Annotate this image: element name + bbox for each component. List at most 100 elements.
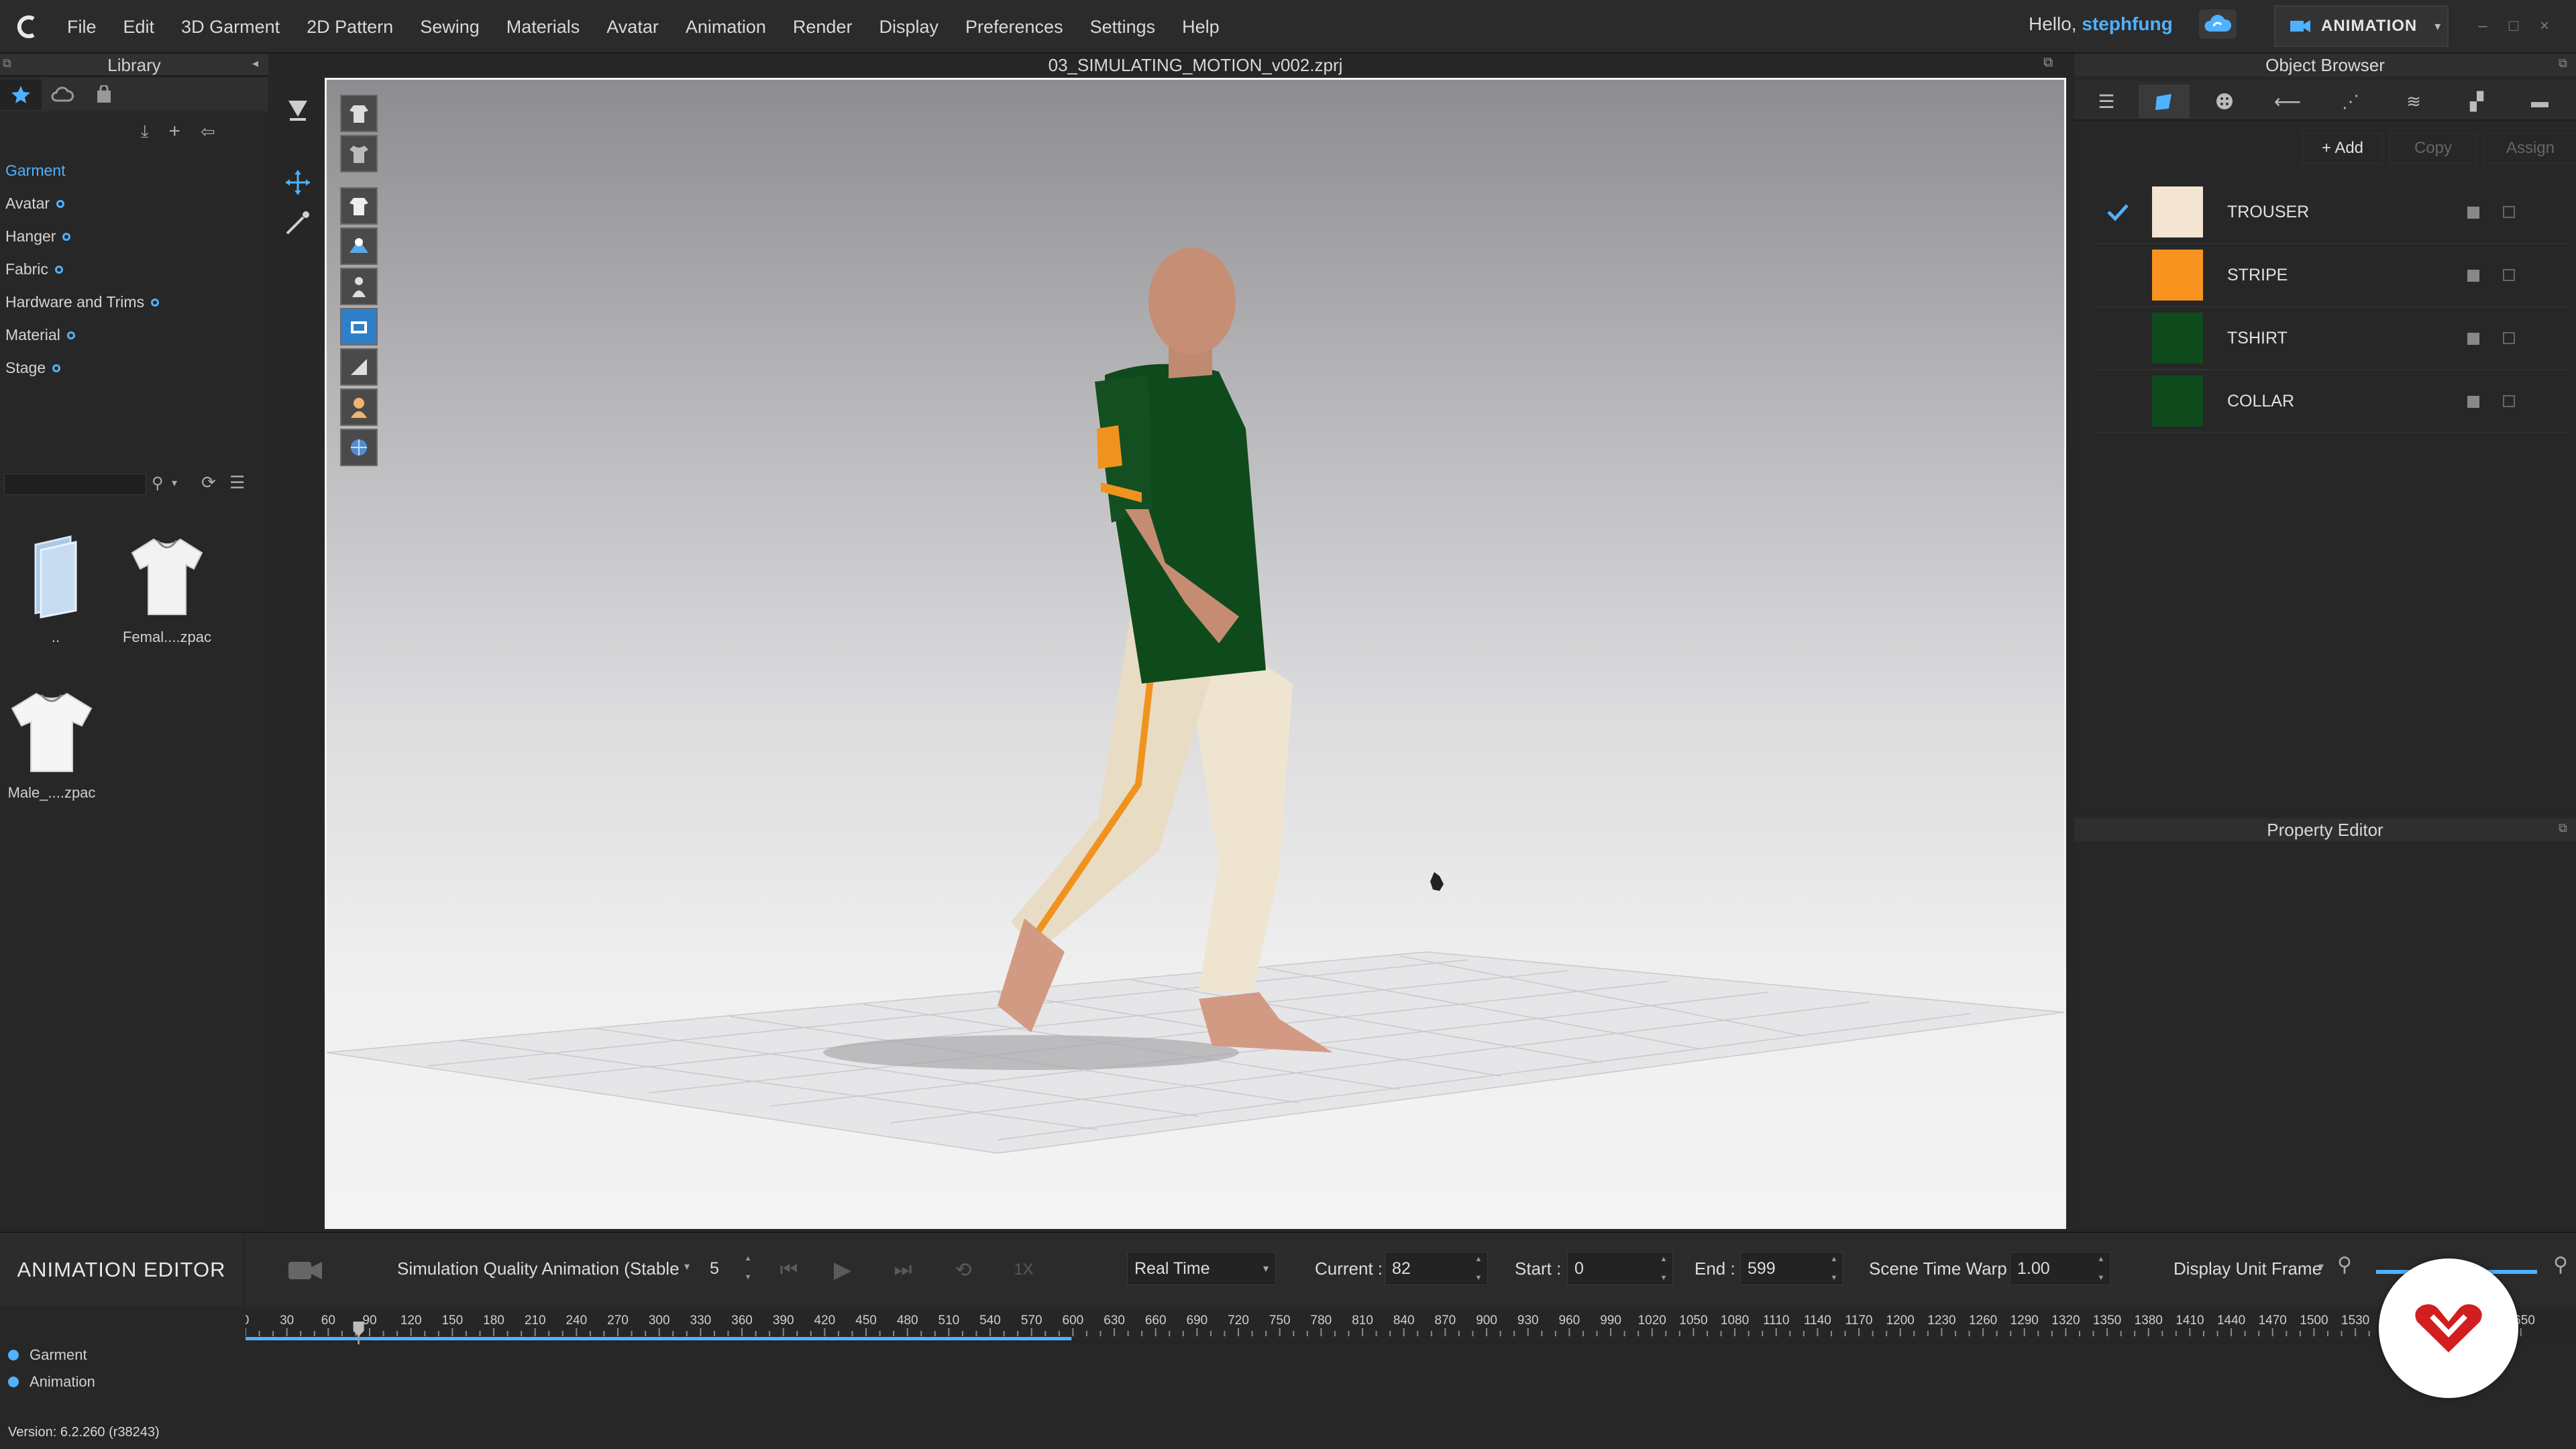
chevron-down-icon[interactable]: ▾ (684, 1260, 690, 1273)
material-swatch[interactable] (2152, 250, 2203, 301)
collapse-arrow-icon[interactable]: ◂ (252, 56, 258, 70)
add-icon[interactable]: + (169, 120, 181, 143)
check-icon[interactable] (2094, 203, 2141, 221)
menu-3d-garment[interactable]: 3D Garment (181, 17, 280, 38)
chevron-down-icon[interactable]: ▾ (2318, 1260, 2324, 1273)
menu-edit[interactable]: Edit (123, 17, 155, 38)
go-to-start-button[interactable]: ⏮ (769, 1253, 809, 1287)
sim-quality-stepper[interactable]: 5 ▲ ▼ (703, 1252, 757, 1285)
library-item-female-tshirt[interactable]: Femal....zpac (110, 531, 224, 646)
list-view-icon[interactable]: ☰ (229, 472, 245, 493)
menu-preferences[interactable]: Preferences (965, 17, 1063, 38)
library-item-male-tshirt[interactable]: Male_....zpac (0, 687, 109, 802)
maximize-icon[interactable]: □ (2502, 15, 2525, 38)
menu-render[interactable]: Render (793, 17, 853, 38)
track-visibility-icon[interactable] (8, 1377, 19, 1387)
refresh-icon[interactable]: ⟳ (201, 472, 216, 493)
mode-switch[interactable]: ANIMATION ▾ (2274, 5, 2449, 47)
material-row[interactable]: STRIPE (2094, 244, 2569, 307)
library-item-parent-folder[interactable]: .. (0, 531, 113, 646)
assign-button[interactable]: Assign (2483, 133, 2576, 164)
tab-zipper[interactable]: ≋ (2388, 85, 2439, 118)
tab-puckering[interactable]: ▞ (2451, 85, 2502, 118)
material-row[interactable]: COLLAR (2094, 370, 2569, 433)
delete-material-icon[interactable] (2500, 203, 2518, 221)
tab-list[interactable]: ☰ (2081, 85, 2132, 118)
minimize-icon[interactable]: – (2471, 15, 2494, 38)
library-tree-item-hanger[interactable]: Hanger (5, 220, 267, 253)
zoom-icon[interactable]: ⚲ (2337, 1253, 2352, 1277)
delete-material-icon[interactable] (2500, 266, 2518, 284)
library-search-input[interactable] (4, 474, 146, 495)
copy-button[interactable]: Copy (2390, 133, 2477, 164)
track-label[interactable]: Garment (0, 1342, 243, 1368)
menu-sewing[interactable]: Sewing (420, 17, 480, 38)
material-swatch[interactable] (2152, 313, 2203, 364)
track-label[interactable]: Animation (0, 1368, 243, 1395)
playback-mode-select[interactable]: Real Time ▾ (1127, 1252, 1276, 1285)
menu-display[interactable]: Display (879, 17, 938, 38)
clo-logo-icon[interactable] (5, 5, 48, 48)
library-tree-item-stage[interactable]: Stage (5, 352, 267, 384)
menu-file[interactable]: File (67, 17, 97, 38)
material-row[interactable]: TROUSER (2094, 181, 2569, 244)
move-gizmo-icon[interactable] (283, 168, 313, 197)
start-frame-field[interactable]: 0 ▲ ▼ (1567, 1252, 1673, 1285)
copy-material-icon[interactable] (2465, 392, 2483, 411)
library-tree-item-fabric[interactable]: Fabric (5, 253, 267, 286)
library-tree-item-garment[interactable]: Garment (5, 154, 267, 187)
delete-material-icon[interactable] (2500, 329, 2518, 347)
library-tree-item-material[interactable]: Material (5, 319, 267, 352)
zoom-out-icon[interactable]: ⚲ (2553, 1253, 2568, 1277)
library-tree-item-avatar[interactable]: Avatar (5, 187, 267, 220)
track-visibility-icon[interactable] (8, 1350, 19, 1360)
cloud-sync-button[interactable] (2199, 9, 2237, 39)
undock-icon[interactable]: ⧉ (2559, 821, 2567, 835)
close-icon[interactable]: × (2533, 15, 2556, 38)
menu-avatar[interactable]: Avatar (606, 17, 659, 38)
copy-material-icon[interactable] (2465, 329, 2483, 347)
delete-material-icon[interactable] (2500, 392, 2518, 411)
menu-help[interactable]: Help (1182, 17, 1220, 38)
copy-material-icon[interactable] (2465, 203, 2483, 221)
tab-fabric[interactable] (2139, 85, 2190, 118)
record-button[interactable] (282, 1253, 330, 1287)
search-icon[interactable]: ⚲ (152, 474, 164, 493)
tab-topstitch[interactable]: ⋰ (2325, 85, 2376, 118)
end-frame-field[interactable]: 599 ▲ ▼ (1740, 1252, 1843, 1285)
ruler-tick-label: 210 (525, 1313, 546, 1328)
favorites-tab[interactable] (0, 79, 42, 110)
username[interactable]: stephfung (2082, 13, 2172, 34)
tab-ruler[interactable]: ▬ (2514, 85, 2565, 118)
back-icon[interactable]: ⇦ (201, 121, 215, 142)
time-warp-field[interactable]: 1.00 ▲ ▼ (2010, 1252, 2110, 1285)
menu-animation[interactable]: Animation (686, 17, 766, 38)
menu-2d-pattern[interactable]: 2D Pattern (307, 17, 393, 38)
undock-icon[interactable]: ⧉ (2043, 55, 2053, 70)
chevron-down-icon[interactable]: ▾ (172, 476, 177, 490)
menu-settings[interactable]: Settings (1090, 17, 1156, 38)
material-row[interactable]: TSHIRT (2094, 307, 2569, 370)
pin-tool-icon[interactable] (283, 208, 313, 237)
store-tab[interactable] (83, 79, 125, 110)
go-to-end-button[interactable]: ⏭ (883, 1253, 923, 1287)
material-swatch[interactable] (2152, 186, 2203, 237)
tab-buttonhole[interactable]: ⟵ (2262, 85, 2313, 118)
undock-icon[interactable]: ⧉ (3, 56, 11, 70)
menu-materials[interactable]: Materials (506, 17, 580, 38)
material-swatch[interactable] (2152, 376, 2203, 427)
library-tree-item-hardware-and-trims[interactable]: Hardware and Trims (5, 286, 267, 319)
cloud-library-tab[interactable] (42, 79, 83, 110)
undock-icon[interactable]: ⧉ (2559, 56, 2567, 70)
download-icon[interactable]: ⤓ (141, 121, 149, 142)
current-frame-field[interactable]: 82 ▲ ▼ (1385, 1252, 1488, 1285)
loop-button[interactable]: ⟲ (943, 1253, 983, 1287)
add-button[interactable]: + Add (2302, 133, 2383, 164)
tab-button[interactable] (2199, 85, 2250, 118)
copy-material-icon[interactable] (2465, 266, 2483, 284)
timeline[interactable]: 0 30 60 90 120 150 180 210 240 270 300 330 360 390 420… (246, 1311, 2576, 1344)
play-button[interactable]: ▶ (822, 1253, 863, 1287)
3d-viewport[interactable] (325, 78, 2066, 1229)
avatar-pose-icon[interactable] (283, 94, 313, 123)
speed-button[interactable]: 1X (1004, 1253, 1044, 1287)
